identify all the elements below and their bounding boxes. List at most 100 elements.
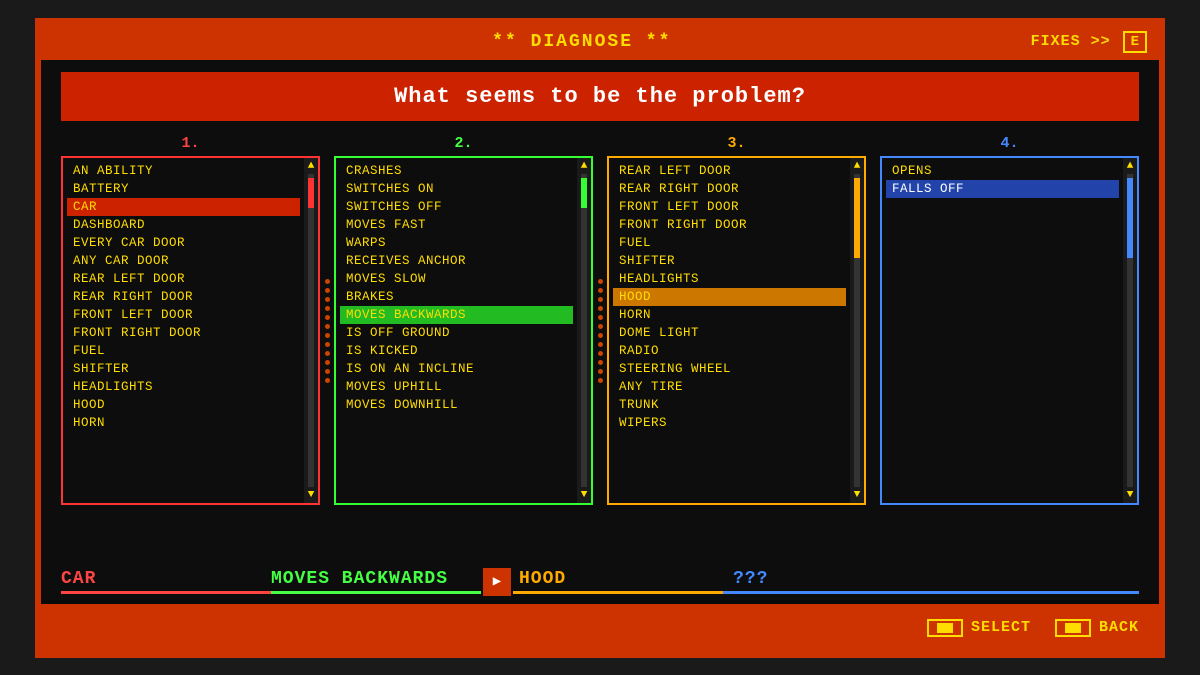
col4-scrollbar: ▲ ▼ bbox=[1123, 158, 1137, 503]
list-item[interactable]: MOVES DOWNHILL bbox=[340, 396, 573, 414]
list-item[interactable]: BRAKES bbox=[340, 288, 573, 306]
status-col3: HOOD bbox=[513, 569, 723, 594]
list-item-selected[interactable]: FALLS OFF bbox=[886, 180, 1119, 198]
dot bbox=[598, 378, 603, 383]
list-item[interactable]: SHIFTER bbox=[67, 360, 300, 378]
list-item[interactable]: AN ABILITY bbox=[67, 162, 300, 180]
list-item[interactable]: ANY CAR DOOR bbox=[67, 252, 300, 270]
list-item[interactable]: TRUNK bbox=[613, 396, 846, 414]
list-item[interactable]: MOVES UPHILL bbox=[340, 378, 573, 396]
list-item[interactable]: FRONT LEFT DOOR bbox=[67, 306, 300, 324]
list-item[interactable]: IS KICKED bbox=[340, 342, 573, 360]
dot bbox=[598, 279, 603, 284]
main-area: What seems to be the problem? 1. AN ABIL… bbox=[41, 60, 1159, 600]
list-item[interactable]: WARPS bbox=[340, 234, 573, 252]
dot bbox=[598, 297, 603, 302]
scroll-thumb bbox=[854, 178, 860, 258]
list-item[interactable]: DASHBOARD bbox=[67, 216, 300, 234]
scroll-up-arrow[interactable]: ▲ bbox=[308, 160, 315, 172]
list-item[interactable]: RECEIVES ANCHOR bbox=[340, 252, 573, 270]
dot bbox=[325, 342, 330, 347]
list-item[interactable]: FRONT LEFT DOOR bbox=[613, 198, 846, 216]
bottom-bar: SELECT BACK bbox=[41, 604, 1159, 652]
list-item[interactable]: FUEL bbox=[67, 342, 300, 360]
col2-header: 2. bbox=[334, 135, 593, 152]
question-banner: What seems to be the problem? bbox=[61, 72, 1139, 121]
list-item[interactable]: BATTERY bbox=[67, 180, 300, 198]
list-item[interactable]: IS ON AN INCLINE bbox=[340, 360, 573, 378]
scroll-down-arrow[interactable]: ▼ bbox=[1127, 489, 1134, 501]
list-item[interactable]: MOVES FAST bbox=[340, 216, 573, 234]
list-item[interactable]: SWITCHES ON bbox=[340, 180, 573, 198]
dot bbox=[598, 360, 603, 365]
scroll-track bbox=[308, 174, 314, 487]
divider-2 bbox=[593, 135, 607, 505]
list-item[interactable]: EVERY CAR DOOR bbox=[67, 234, 300, 252]
scroll-up-arrow[interactable]: ▲ bbox=[1127, 160, 1134, 172]
col3-list: REAR LEFT DOOR REAR RIGHT DOOR FRONT LEF… bbox=[609, 158, 850, 503]
list-item[interactable]: MOVES SLOW bbox=[340, 270, 573, 288]
back-icon bbox=[1055, 619, 1091, 637]
list-item[interactable]: ANY TIRE bbox=[613, 378, 846, 396]
scroll-down-arrow[interactable]: ▼ bbox=[854, 489, 861, 501]
list-item[interactable]: IS OFF GROUND bbox=[340, 324, 573, 342]
list-item[interactable]: STEERING WHEEL bbox=[613, 360, 846, 378]
col1-header: 1. bbox=[61, 135, 320, 152]
list-item[interactable]: HORN bbox=[613, 306, 846, 324]
list-item[interactable]: WIPERS bbox=[613, 414, 846, 432]
divider-3 bbox=[866, 135, 880, 505]
list-item[interactable]: FUEL bbox=[613, 234, 846, 252]
scroll-up-arrow[interactable]: ▲ bbox=[581, 160, 588, 172]
list-item-selected[interactable]: MOVES BACKWARDS bbox=[340, 306, 573, 324]
status-col2: MOVES BACKWARDS bbox=[271, 569, 481, 594]
list-item[interactable]: SWITCHES OFF bbox=[340, 198, 573, 216]
list-item[interactable]: SHIFTER bbox=[613, 252, 846, 270]
list-item[interactable]: REAR RIGHT DOOR bbox=[67, 288, 300, 306]
dot bbox=[325, 360, 330, 365]
fixes-label[interactable]: FIXES >> bbox=[1031, 33, 1111, 50]
scroll-thumb bbox=[581, 178, 587, 208]
scroll-thumb bbox=[308, 178, 314, 208]
list-item[interactable]: HEADLIGHTS bbox=[67, 378, 300, 396]
question-text: What seems to be the problem? bbox=[394, 84, 806, 109]
scroll-track bbox=[581, 174, 587, 487]
list-item[interactable]: REAR LEFT DOOR bbox=[613, 162, 846, 180]
col3-scrollbar: ▲ ▼ bbox=[850, 158, 864, 503]
list-item[interactable]: OPENS bbox=[886, 162, 1119, 180]
list-item[interactable]: HOOD bbox=[67, 396, 300, 414]
scroll-track bbox=[1127, 174, 1133, 487]
list-item[interactable]: CRASHES bbox=[340, 162, 573, 180]
col2-list-container: CRASHES SWITCHES ON SWITCHES OFF MOVES F… bbox=[334, 156, 593, 505]
scroll-track bbox=[854, 174, 860, 487]
status-col4: ??? bbox=[723, 569, 1139, 594]
list-item[interactable]: HORN bbox=[67, 414, 300, 432]
col4-list-container: OPENS FALLS OFF ▲ ▼ bbox=[880, 156, 1139, 505]
scroll-thumb bbox=[1127, 178, 1133, 258]
list-item-selected[interactable]: CAR bbox=[67, 198, 300, 216]
select-label: SELECT bbox=[971, 619, 1031, 636]
screen: ** DIAGNOSE ** FIXES >> E What seems to … bbox=[35, 18, 1165, 658]
dot bbox=[325, 378, 330, 383]
controller-back-icon bbox=[1065, 623, 1081, 633]
column-2: 2. CRASHES SWITCHES ON SWITCHES OFF MOVE… bbox=[334, 135, 593, 505]
list-item[interactable]: REAR RIGHT DOOR bbox=[613, 180, 846, 198]
scroll-down-arrow[interactable]: ▼ bbox=[308, 489, 315, 501]
list-item[interactable]: FRONT RIGHT DOOR bbox=[67, 324, 300, 342]
controller-icon bbox=[937, 623, 953, 633]
list-item-selected[interactable]: HOOD bbox=[613, 288, 846, 306]
dot bbox=[325, 315, 330, 320]
scroll-down-arrow[interactable]: ▼ bbox=[581, 489, 588, 501]
list-item[interactable]: HEADLIGHTS bbox=[613, 270, 846, 288]
dot bbox=[598, 342, 603, 347]
dot bbox=[598, 324, 603, 329]
back-button[interactable]: BACK bbox=[1055, 619, 1139, 637]
scroll-up-arrow[interactable]: ▲ bbox=[854, 160, 861, 172]
select-button[interactable]: SELECT bbox=[927, 619, 1031, 637]
e-key[interactable]: E bbox=[1123, 31, 1147, 53]
list-item[interactable]: FRONT RIGHT DOOR bbox=[613, 216, 846, 234]
list-item[interactable]: RADIO bbox=[613, 342, 846, 360]
column-1: 1. AN ABILITY BATTERY CAR DASHBOARD EVER… bbox=[61, 135, 320, 505]
dot bbox=[325, 351, 330, 356]
list-item[interactable]: REAR LEFT DOOR bbox=[67, 270, 300, 288]
list-item[interactable]: DOME LIGHT bbox=[613, 324, 846, 342]
